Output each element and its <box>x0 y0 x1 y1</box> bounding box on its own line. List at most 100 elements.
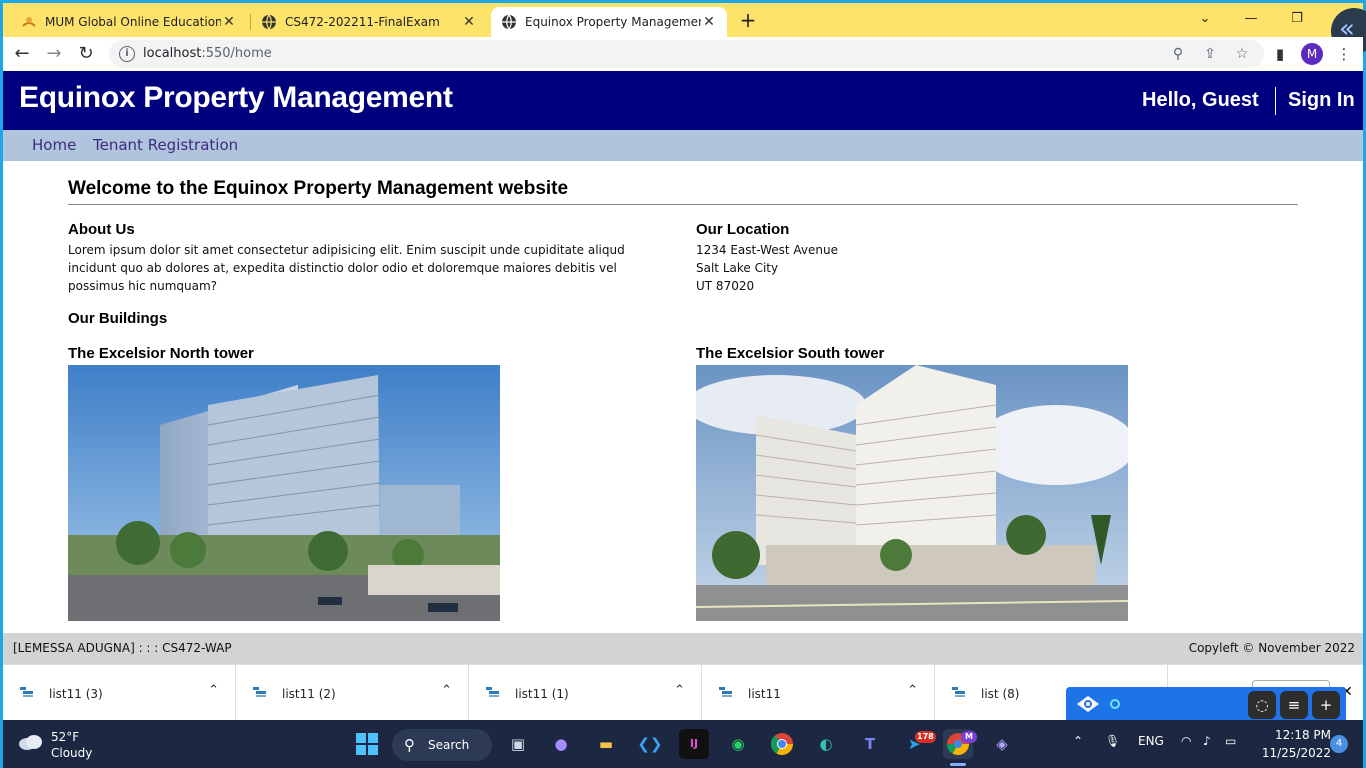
restore-icon[interactable]: ❐ <box>1277 7 1317 31</box>
page-title: Welcome to the Equinox Property Manageme… <box>68 178 569 199</box>
download-item[interactable]: list11 ⌃ <box>702 665 935 721</box>
address-bar[interactable]: i localhost:550/home ⚲ ⇪ ☆ <box>109 40 1264 68</box>
close-tab-icon[interactable]: ✕ <box>461 14 477 30</box>
chrome-profile-badge: M <box>961 731 977 743</box>
download-item[interactable]: list11 (3) ⌃ <box>3 665 236 721</box>
clock-date[interactable]: 11/25/2022 <box>1259 746 1331 760</box>
meet-camera-icon[interactable]: ● <box>546 729 576 759</box>
windows-start-icon[interactable] <box>352 729 382 759</box>
close-tab-icon[interactable]: ✕ <box>701 14 717 30</box>
download-file-name: list11 (3) <box>49 687 103 701</box>
share-icon[interactable]: ⇪ <box>1199 44 1221 64</box>
download-file-name: list (8) <box>981 687 1020 701</box>
url-text[interactable]: localhost:550/home <box>143 46 272 61</box>
teams-icon[interactable]: T <box>855 729 885 759</box>
tab-title: MUM Global Online Education : C <box>45 15 221 29</box>
globe-icon <box>262 14 276 30</box>
menu-icon[interactable]: ≡ <box>1280 691 1308 719</box>
sign-in-link[interactable]: Sign In <box>1288 89 1355 112</box>
mum-favicon-icon <box>22 17 36 27</box>
reload-icon[interactable]: ↻ <box>73 41 99 67</box>
zoom-search-icon[interactable]: ⚲ <box>1167 44 1189 64</box>
vscode-icon[interactable]: ❮❯ <box>635 729 665 759</box>
buildings-heading: Our Buildings <box>68 310 168 327</box>
footer-author: [LEMESSA ADUGNA] : : : CS472-WAP <box>13 641 232 655</box>
taskbar-search[interactable]: ⚲ Search <box>392 729 492 761</box>
weather-temp[interactable]: 52°F <box>51 730 79 744</box>
location-state-line: UT 87020 <box>696 279 755 293</box>
search-label: Search <box>428 738 470 752</box>
browser-tab-finalexam[interactable]: CS472-202211-FinalExam ✕ <box>251 7 487 37</box>
about-text: Lorem ipsum dolor sit amet consectetur a… <box>68 243 625 293</box>
floating-tool-panel: ◌ ≡ + <box>1066 687 1346 721</box>
chevron-up-icon[interactable]: ⌃ <box>208 683 219 698</box>
extension-eye-icon[interactable]: ◈ <box>987 729 1017 759</box>
nav-link-tenant-registration[interactable]: Tenant Registration <box>93 136 238 154</box>
about-heading: About Us <box>68 221 135 238</box>
file-icon <box>253 687 266 697</box>
building-name-south: The Excelsior South tower <box>696 345 885 362</box>
tab-search-chevron-icon[interactable]: ⌄ <box>1185 7 1225 31</box>
chat-icon[interactable]: ◌ <box>1248 691 1276 719</box>
profile-avatar[interactable]: M <box>1301 43 1323 65</box>
cloud-icon[interactable] <box>17 733 43 751</box>
file-explorer-icon[interactable]: ▬ <box>591 729 621 759</box>
download-item[interactable]: list11 (2) ⌃ <box>236 665 469 721</box>
forward-arrow-icon[interactable]: → <box>41 41 67 67</box>
minimize-icon[interactable]: — <box>1231 7 1271 31</box>
battery-icon[interactable]: ▭ <box>1225 734 1236 748</box>
browser-tab-equinox[interactable]: Equinox Property Management - ✕ <box>491 7 727 37</box>
title-divider <box>68 204 1298 205</box>
volume-icon[interactable]: ♪ <box>1203 734 1211 748</box>
telegram-icon[interactable]: ➤ 178 <box>899 729 936 759</box>
file-icon <box>20 687 33 697</box>
site-header: Equinox Property Management Hello, Guest… <box>3 71 1363 130</box>
header-divider <box>1275 87 1276 115</box>
chevron-up-icon[interactable]: ⌃ <box>441 683 452 698</box>
intellij-icon[interactable]: IJ <box>679 729 709 759</box>
whatsapp-icon[interactable]: ◉ <box>723 729 753 759</box>
wifi-icon[interactable]: ◠ <box>1181 734 1191 748</box>
building-name-north: The Excelsior North tower <box>68 345 254 362</box>
language-indicator[interactable]: ENG <box>1138 734 1164 748</box>
notification-badge[interactable]: 4 <box>1330 735 1348 753</box>
microphone-icon[interactable]: 🎙 <box>1105 734 1120 748</box>
tab-title: Equinox Property Management - <box>525 15 701 29</box>
clock-time[interactable]: 12:18 PM <box>1271 728 1331 742</box>
globe-icon <box>502 14 516 30</box>
site-info-icon[interactable]: i <box>119 46 135 62</box>
bookmark-star-icon[interactable]: ☆ <box>1231 44 1253 64</box>
telegram-badge: 178 <box>915 731 936 743</box>
plus-icon[interactable]: + <box>1312 691 1340 719</box>
file-icon <box>719 687 732 697</box>
chevron-up-icon[interactable]: ⌃ <box>674 683 685 698</box>
close-tab-icon[interactable]: ✕ <box>221 14 237 30</box>
download-item[interactable]: list11 (1) ⌃ <box>469 665 702 721</box>
site-brand[interactable]: Equinox Property Management <box>19 81 453 115</box>
back-arrow-icon[interactable]: ← <box>9 41 35 67</box>
tab-title: CS472-202211-FinalExam <box>285 15 440 29</box>
download-file-name: list11 (1) <box>515 687 569 701</box>
search-icon: ⚲ <box>404 736 415 754</box>
chrome-icon[interactable] <box>767 729 797 759</box>
weather-desc[interactable]: Cloudy <box>51 746 92 760</box>
side-panel-icon[interactable]: ▮ <box>1269 43 1291 65</box>
south-tower-image <box>696 365 1128 621</box>
more-menu-icon[interactable]: ⋮ <box>1333 43 1355 65</box>
eye-icon[interactable] <box>1076 695 1100 713</box>
nav-link-home[interactable]: Home <box>32 136 76 154</box>
download-file-name: list11 <box>748 687 781 701</box>
chrome-profile-icon[interactable]: M <box>943 729 977 759</box>
new-tab-icon[interactable]: + <box>735 8 761 34</box>
browser-tab-strip: MUM Global Online Education : C ✕ CS472-… <box>3 3 1366 54</box>
site-nav: Home Tenant Registration <box>3 130 1363 161</box>
task-view-icon[interactable]: ▣ <box>503 729 533 759</box>
status-dot-icon <box>1110 699 1120 709</box>
file-icon <box>486 687 499 697</box>
main-content: Welcome to the Equinox Property Manageme… <box>68 161 1298 633</box>
chevron-up-icon[interactable]: ⌃ <box>907 683 918 698</box>
edge-icon[interactable]: ◐ <box>811 729 841 759</box>
north-tower-image <box>68 365 500 621</box>
browser-tab-mum[interactable]: MUM Global Online Education : C ✕ <box>11 7 247 37</box>
chevron-up-icon[interactable]: ⌃ <box>1073 734 1083 748</box>
